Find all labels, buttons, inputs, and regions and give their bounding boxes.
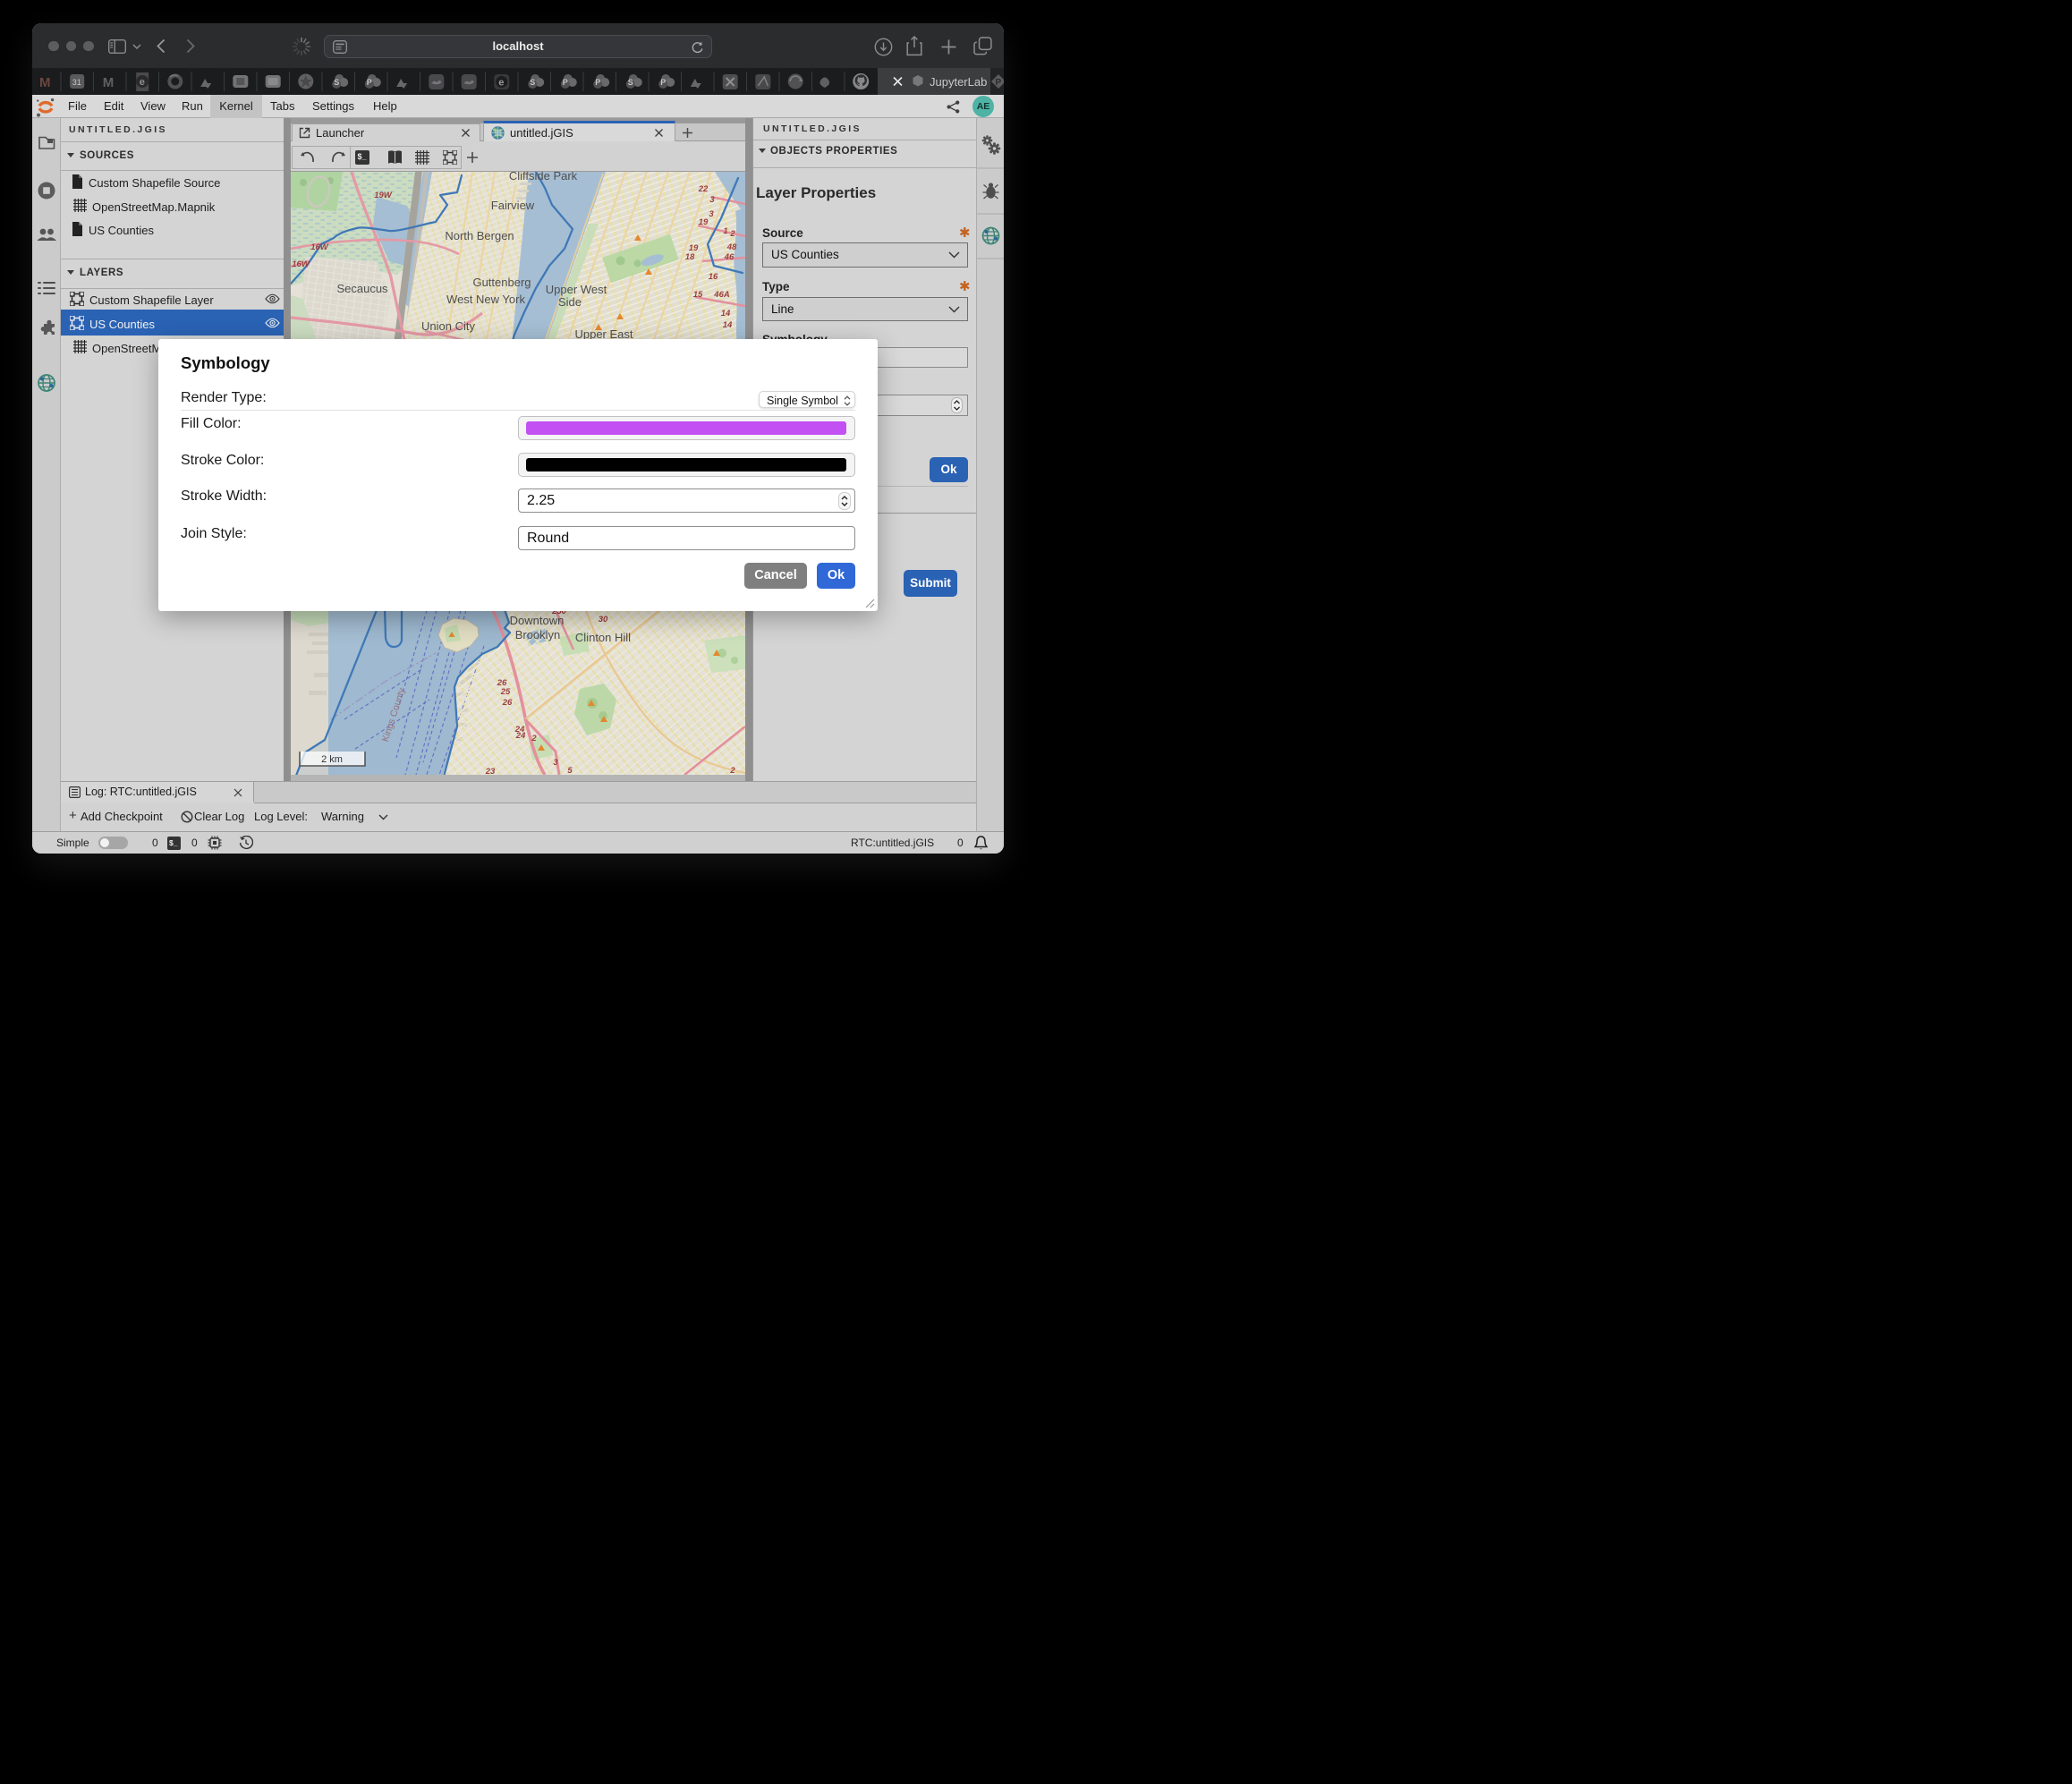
svg-text:P: P [563, 78, 568, 87]
svg-text:2 km: 2 km [321, 754, 343, 765]
svg-text:M: M [103, 75, 115, 90]
svg-text:31: 31 [72, 78, 81, 87]
svg-text:S: S [530, 78, 535, 87]
svg-text:P: P [660, 78, 666, 87]
svg-text:e: e [498, 78, 504, 89]
svg-text:S: S [628, 78, 633, 87]
svg-text:M: M [39, 75, 51, 90]
svg-text:S: S [334, 78, 339, 87]
svg-text:e: e [140, 77, 145, 88]
svg-text:P: P [595, 78, 600, 87]
svg-text:P: P [996, 78, 1002, 88]
svg-text:P: P [367, 78, 372, 87]
svg-text:JupyterLab: JupyterLab [930, 75, 987, 89]
